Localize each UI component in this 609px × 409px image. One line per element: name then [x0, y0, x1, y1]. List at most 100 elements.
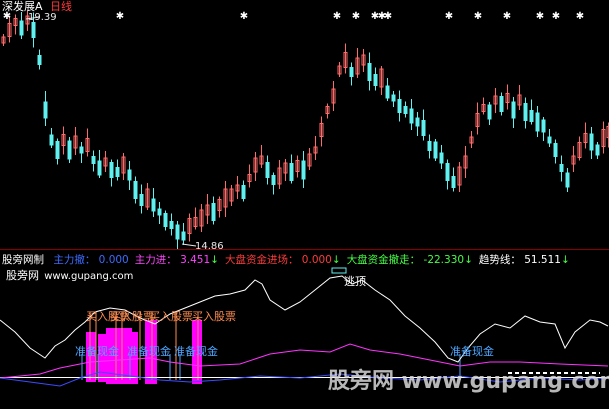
star-marker-icon: ✱: [474, 11, 482, 22]
candlestick: [565, 172, 570, 188]
price-low-label: 14.86: [195, 241, 224, 252]
candlestick: [553, 143, 558, 157]
price-candlestick-chart[interactable]: ✱ ✱ ✱ ✱ ✱ ✱✱✱ ✱ ✱ ✱ ✱ ✱ ✱: [0, 0, 609, 250]
candlestick: [595, 144, 600, 156]
down-arrow-icon: ↓: [560, 254, 570, 266]
star-marker-icon: ✱: [116, 11, 124, 22]
star-marker-icon: ✱: [333, 11, 341, 22]
indicator-item-label: 趋势线：: [478, 254, 521, 266]
candlestick: [391, 94, 396, 102]
candlestick: [397, 99, 402, 113]
indicator-item-label: 大盘资金撤走：: [346, 254, 421, 266]
candlestick: [19, 20, 24, 36]
signal-bar: [98, 334, 106, 382]
star-marker-icon: ✱: [445, 11, 453, 22]
candlestick: [289, 163, 294, 181]
buy-signal-label: 买入股票: [192, 310, 236, 323]
indicator-item: 主力撤： 0.000: [53, 254, 128, 266]
candlestick: [589, 133, 594, 151]
escape-top-label: 逃顶: [344, 275, 366, 288]
candlestick: [55, 141, 60, 159]
candlestick: [79, 146, 84, 154]
indicator-item-label: 主力撤：: [53, 254, 96, 266]
candlestick: [37, 55, 42, 65]
candlestick: [169, 221, 174, 229]
cash-signal-label: 准备现金: [174, 345, 218, 358]
candlestick: [487, 104, 492, 120]
star-marker-icon: ✱: [576, 11, 584, 22]
indicator-item-value: 0.000: [298, 254, 332, 266]
star-marker-icon: ✱: [384, 11, 392, 22]
candlestick: [499, 96, 504, 112]
cash-signal-label: 准备现金: [127, 345, 171, 358]
candlestick: [265, 162, 270, 178]
site-url: www.gupang.com: [44, 271, 134, 282]
down-arrow-icon: ↓: [464, 254, 473, 266]
candlestick: [109, 162, 114, 178]
cash-signal-label: 准备现金: [450, 345, 494, 358]
candlestick: [181, 231, 186, 241]
cash-signal-label: 准备现金: [75, 345, 119, 358]
price-high-label: 19.39: [28, 12, 57, 23]
candlestick: [373, 74, 378, 86]
candlestick: [211, 203, 216, 221]
title-bar: 深发展A 日线: [2, 1, 72, 12]
buy-signal-label: 买入股票: [149, 310, 193, 323]
candlestick: [547, 136, 552, 144]
candlestick: [559, 164, 564, 172]
candlestick: [409, 108, 414, 124]
indicator-item-value: -22.330: [420, 254, 465, 266]
candlestick: [367, 63, 372, 81]
candlestick: [97, 160, 102, 176]
indicator-item: 大盘资金进场： 0.000↓: [225, 254, 341, 266]
star-marker-icon: ✱: [240, 11, 248, 22]
candlestick: [157, 208, 162, 216]
candlestick: [43, 101, 48, 119]
star-marker-icon: ✱: [552, 11, 560, 22]
candlestick: [139, 194, 144, 206]
candlestick: [151, 198, 156, 212]
candlestick: [511, 101, 516, 119]
site-name: 股旁网: [6, 269, 39, 282]
candlestick: [421, 120, 426, 136]
candlestick: [133, 181, 138, 199]
indicator-name: 股旁网制: [2, 254, 44, 266]
indicator-item: 趋势线： 51.511↓: [479, 254, 570, 266]
indicator-item-label: 大盘资金进场：: [224, 254, 299, 266]
buy-signal-label: 买入股票: [110, 310, 154, 323]
indicator-item-value: 0.000: [95, 254, 129, 266]
candlestick: [67, 140, 72, 160]
indicator-item-value: 3.451: [176, 254, 211, 266]
candlestick: [31, 22, 36, 38]
candlestick: [433, 141, 438, 159]
candlestick: [415, 117, 420, 127]
indicator-readout: 股旁网制 主力撤： 0.000 主力进： 3.451↓ 大盘资金进场： 0.000↓…: [2, 255, 570, 266]
candlestick: [385, 85, 390, 99]
candlestick: [529, 110, 534, 122]
indicator-item: 主力进： 3.451↓: [135, 254, 219, 266]
candlestick: [439, 152, 444, 164]
indicator-item-value: 51.511: [520, 254, 561, 266]
candlestick: [115, 167, 120, 177]
candlestick: [349, 67, 354, 77]
chart-window[interactable]: ✱ ✱ ✱ ✱ ✱ ✱ ✱ ✱ ✱ ✱ ✱ ✱ ✱ ✱ 深发展A 日线 19.39 14.86 股旁网制 …: [0, 0, 609, 409]
down-arrow-icon: ↓: [210, 254, 219, 266]
escape-marker-icon: [331, 267, 347, 274]
candlestick: [451, 176, 456, 188]
candlestick: [271, 175, 276, 185]
candlestick: [445, 163, 450, 181]
low-leader-line: [181, 243, 197, 247]
candlestick: [175, 224, 180, 240]
candlestick: [301, 160, 306, 180]
candlestick: [427, 141, 432, 151]
star-marker-icon: ✱: [503, 11, 511, 22]
site-label: 股旁网 www.gupang.com: [6, 270, 133, 282]
indicator-item: 大盘资金撤走： -22.330↓: [347, 254, 473, 266]
candlestick: [163, 213, 168, 227]
candlestick: [541, 119, 546, 133]
candlestick: [523, 103, 528, 121]
candlestick: [241, 185, 246, 199]
candlestick: [127, 169, 132, 181]
indicator-item-label: 主力进：: [134, 254, 177, 266]
candlestick: [403, 106, 408, 114]
